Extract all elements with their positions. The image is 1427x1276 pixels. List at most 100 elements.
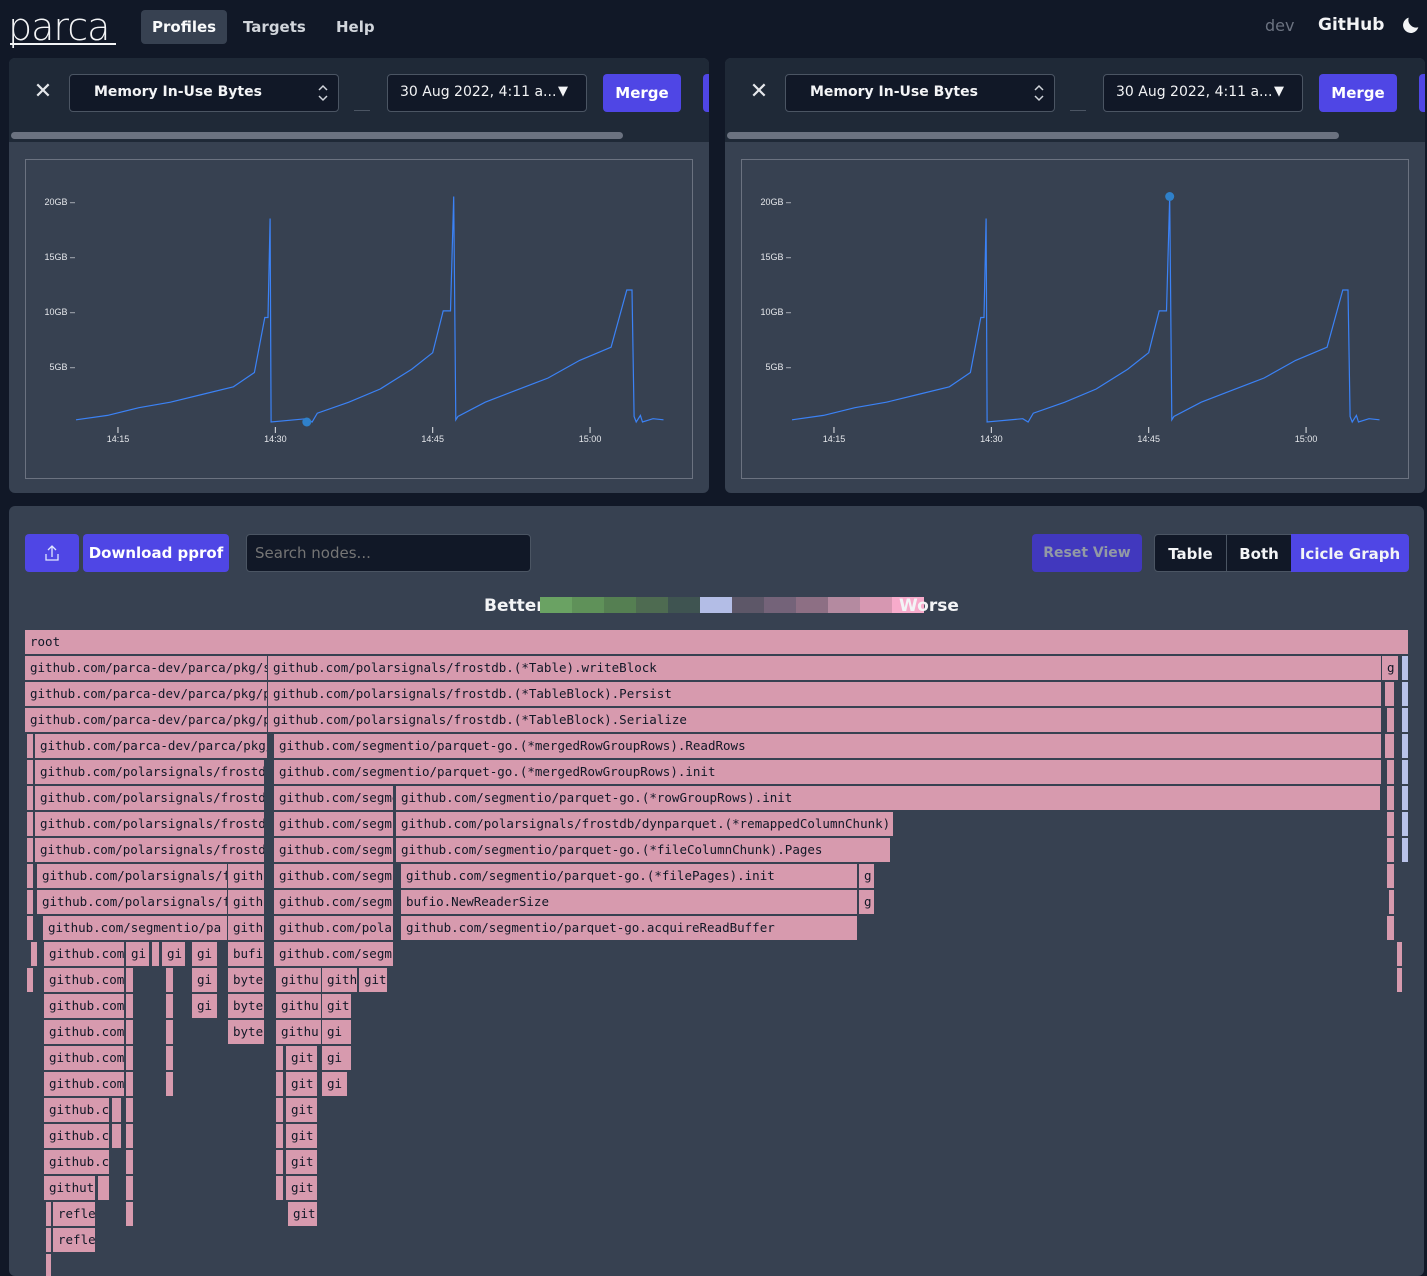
- icicle-node[interactable]: [27, 864, 34, 889]
- icicle-node[interactable]: [27, 812, 34, 837]
- profile-type-select[interactable]: Memory In-Use Bytes: [785, 74, 1055, 112]
- icicle-node[interactable]: gith: [322, 968, 358, 993]
- icicle-node[interactable]: [1385, 682, 1395, 707]
- icicle-node[interactable]: bufio.NewReaderSize: [401, 890, 858, 915]
- icicle-node[interactable]: githu: [276, 1020, 322, 1045]
- search-button-partial[interactable]: [1419, 74, 1425, 112]
- icicle-node[interactable]: gi: [192, 994, 218, 1019]
- icicle-node[interactable]: github.c: [44, 1150, 110, 1175]
- icicle-node[interactable]: github.c: [44, 1098, 110, 1123]
- icicle-node[interactable]: [126, 1124, 134, 1149]
- icicle-node[interactable]: github.com/segm: [274, 864, 394, 889]
- icicle-node[interactable]: github.com: [44, 968, 125, 993]
- icicle-node[interactable]: git: [286, 1098, 318, 1123]
- icicle-node[interactable]: [276, 1098, 284, 1123]
- icicle-node[interactable]: refle: [53, 1228, 96, 1253]
- icicle-node[interactable]: [1387, 916, 1395, 941]
- icicle-node[interactable]: [1402, 656, 1409, 681]
- moon-icon[interactable]: [1400, 14, 1422, 36]
- icicle-node[interactable]: git: [286, 1176, 318, 1201]
- icicle-node[interactable]: gith: [228, 890, 265, 915]
- icicle-node[interactable]: [1387, 786, 1395, 811]
- icicle-node[interactable]: git: [359, 968, 388, 993]
- icicle-node[interactable]: github.com/parca-dev/parca/pkg/scrape: [25, 656, 268, 681]
- icicle-node[interactable]: [1385, 734, 1395, 759]
- icicle-node[interactable]: [27, 786, 34, 811]
- icicle-node[interactable]: github.com: [44, 1046, 125, 1071]
- icicle-node[interactable]: git: [322, 994, 352, 1019]
- icicle-node[interactable]: github.com/segmentio/pa: [43, 916, 228, 941]
- icicle-node[interactable]: g: [859, 890, 875, 915]
- icicle-node[interactable]: [31, 942, 38, 967]
- icicle-node[interactable]: github.com/pola: [274, 916, 394, 941]
- icicle-node[interactable]: github.com/segmentio/parquet-go.(*merged…: [274, 734, 1382, 759]
- icicle-node[interactable]: [166, 994, 174, 1019]
- icicle-node[interactable]: [1402, 838, 1409, 863]
- icicle-node[interactable]: github.com: [44, 1020, 125, 1045]
- icicle-node[interactable]: [126, 1202, 134, 1227]
- nav-github[interactable]: GitHub: [1318, 15, 1384, 35]
- icicle-node[interactable]: github.com/segmentio: [274, 786, 394, 811]
- icicle-node[interactable]: github.com/segmentio/parquet-go.(*filePa…: [401, 864, 858, 889]
- icicle-node[interactable]: [126, 1150, 134, 1175]
- icicle-node[interactable]: [166, 1046, 174, 1071]
- icicle-node[interactable]: g: [859, 864, 875, 889]
- icicle-node[interactable]: [166, 968, 174, 993]
- parca-logo[interactable]: parca: [8, 8, 110, 46]
- search-button-partial[interactable]: [703, 74, 709, 112]
- icicle-node[interactable]: github.com/segmentio/parquet-go.(*rowGro…: [396, 786, 1381, 811]
- icicle-node[interactable]: [27, 968, 34, 993]
- icicle-node[interactable]: [1397, 968, 1403, 993]
- icicle-node[interactable]: [46, 1228, 52, 1253]
- icicle-node[interactable]: [276, 1176, 284, 1201]
- icicle-node[interactable]: github.com/parca-dev/parca/pkg/profilest…: [25, 682, 268, 707]
- icicle-node[interactable]: github.com/polarsignals/f: [37, 890, 228, 915]
- icicle-node[interactable]: gi: [162, 942, 186, 967]
- icicle-node[interactable]: [1402, 708, 1409, 733]
- icicle-node[interactable]: githu: [276, 994, 322, 1019]
- icicle-node[interactable]: root: [25, 630, 1409, 655]
- icicle-node[interactable]: [1387, 760, 1395, 785]
- close-icon[interactable]: ✕: [33, 81, 53, 103]
- icicle-node[interactable]: [27, 890, 34, 915]
- icicle-node[interactable]: [98, 1176, 110, 1201]
- nav-help[interactable]: Help: [325, 10, 386, 44]
- icicle-node[interactable]: githu: [276, 968, 322, 993]
- icicle-node[interactable]: gi: [192, 968, 218, 993]
- icicle-node[interactable]: gi: [126, 942, 150, 967]
- icicle-node[interactable]: github.com: [44, 1072, 125, 1097]
- icicle-node[interactable]: [1389, 890, 1395, 915]
- icicle-node[interactable]: gi: [322, 1072, 348, 1097]
- icicle-node[interactable]: [152, 942, 160, 967]
- icicle-node[interactable]: bufi: [228, 942, 265, 967]
- icicle-node[interactable]: github.com/polarsignals/frostdb/dynparqu…: [396, 812, 894, 837]
- icicle-node[interactable]: github.com/polarsignals/frostdb.(*TableB…: [268, 708, 1382, 733]
- icicle-node[interactable]: [276, 1046, 284, 1071]
- icicle-node[interactable]: gi: [322, 1020, 352, 1045]
- icicle-node[interactable]: [126, 1046, 134, 1071]
- icicle-node[interactable]: [1402, 786, 1409, 811]
- icicle-node[interactable]: github.com/segm: [274, 812, 394, 837]
- close-icon[interactable]: ✕: [749, 81, 769, 103]
- icicle-node[interactable]: github.com/polarsignals/frostdb: [35, 812, 265, 837]
- icicle-node[interactable]: [1387, 864, 1395, 889]
- icicle-node[interactable]: [1387, 812, 1395, 837]
- icicle-node[interactable]: [276, 1072, 284, 1097]
- icicle-node[interactable]: [126, 1098, 134, 1123]
- toolbar-scrollbar-thumb[interactable]: [727, 132, 1339, 139]
- icicle-node[interactable]: git: [288, 1202, 318, 1227]
- icicle-node[interactable]: [126, 1176, 134, 1201]
- icicle-node[interactable]: [126, 1020, 134, 1045]
- icicle-node[interactable]: [1402, 734, 1409, 759]
- icicle-node[interactable]: github.com/polarsignals/frostdb: [35, 786, 265, 811]
- icicle-node[interactable]: github.com/segm: [274, 942, 394, 967]
- icicle-node[interactable]: github.com/polarsignals/frostdb: [35, 760, 265, 785]
- icicle-node[interactable]: github.com/polarsignals/frostdb.(*TableB…: [268, 682, 1382, 707]
- icicle-node[interactable]: [1402, 682, 1409, 707]
- icicle-node[interactable]: githut: [44, 1176, 96, 1201]
- metrics-chart[interactable]: 5GB – 10GB – 15GB – 20GB – 14:15 14:30 14:45 15…: [25, 159, 693, 479]
- icicle-node[interactable]: byte: [228, 968, 265, 993]
- icicle-node[interactable]: github.com: [44, 942, 125, 967]
- icicle-node[interactable]: [1402, 812, 1409, 837]
- icicle-node[interactable]: gith: [228, 916, 265, 941]
